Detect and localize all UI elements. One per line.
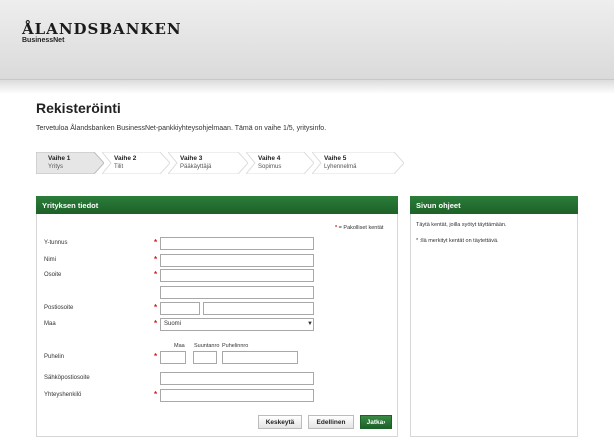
step-2-title: Vaihe 2 [114, 155, 137, 162]
osoite-input-1[interactable] [160, 269, 314, 282]
previous-button[interactable]: Edellinen [308, 415, 354, 429]
postitoimipaikka-input[interactable] [203, 302, 314, 315]
maa-label: Maa [44, 321, 56, 327]
phone-areacode-input[interactable] [193, 351, 217, 364]
page-title: Rekisteröinti [36, 100, 121, 116]
chevron-down-icon: ▼ [307, 321, 313, 327]
step-3[interactable]: Vaihe 3 Pääkäyttäjä [168, 152, 248, 174]
step-3-subtitle: Pääkäyttäjä [180, 164, 212, 170]
help-line-2: * :llä merkityt kentät on täytettävä. [416, 238, 499, 244]
phone-number-input[interactable] [222, 351, 298, 364]
next-button[interactable]: Jatka› [360, 415, 392, 429]
step-5[interactable]: Vaihe 5 Lyhennelmä [312, 152, 404, 174]
required-star: * [335, 225, 338, 231]
header-shadow [0, 80, 614, 94]
step-2-subtitle: Tilit [114, 164, 124, 170]
company-form-heading: Yrityksen tiedot [36, 196, 398, 214]
maa-select-value: Suomi [164, 321, 182, 327]
help-panel [410, 196, 578, 437]
phone-country-label: Maa [174, 343, 185, 349]
phone-country-input[interactable] [160, 351, 186, 364]
step-1-subtitle: Yritys [48, 164, 63, 170]
phone-areacode-label: Suuntanro [194, 343, 220, 349]
step-1[interactable]: Vaihe 1 Yritys [36, 152, 104, 174]
postiosoite-label: Postiosoite [44, 305, 74, 311]
ytunnus-label: Y-tunnus [44, 240, 68, 246]
ytunnus-required: * [154, 238, 158, 247]
step-5-subtitle: Lyhennelmä [324, 164, 357, 170]
postiosoite-required: * [154, 303, 158, 312]
nimi-required: * [154, 255, 158, 264]
help-heading: Sivun ohjeet [410, 196, 578, 214]
step-1-title: Vaihe 1 [48, 155, 71, 162]
yhteyshenkilo-required: * [154, 390, 158, 399]
phone-number-label: Puhelinnro [222, 343, 249, 349]
osoite-required: * [154, 270, 158, 279]
help-line-1: Täytä kentät, joilla syötyt täyttämään. [416, 222, 507, 228]
maa-select[interactable]: Suomi ▼ [160, 318, 314, 331]
yhteyshenkilo-label: Yhteyshenkilö [44, 392, 82, 398]
contact-person-input[interactable] [160, 389, 314, 402]
cancel-button[interactable]: Keskeytä [258, 415, 302, 429]
puhelin-required: * [154, 352, 158, 361]
step-5-title: Vaihe 5 [324, 155, 347, 162]
required-fields-note: * = Pakolliset kentät [335, 225, 383, 231]
intro-text: Tervetuloa Ålandsbanken BusinessNet-pank… [36, 125, 327, 132]
maa-required: * [154, 319, 158, 328]
email-input[interactable] [160, 372, 314, 385]
nimi-input[interactable] [160, 254, 314, 267]
step-3-title: Vaihe 3 [180, 155, 203, 162]
ytunnus-input[interactable] [160, 237, 314, 250]
puhelin-label: Puhelin [44, 354, 65, 360]
postinumero-input[interactable] [160, 302, 200, 315]
nimi-label: Nimi [44, 257, 56, 263]
osoite-label: Osoite [44, 272, 62, 278]
step-4[interactable]: Vaihe 4 Sopimus [246, 152, 314, 174]
sahkoposti-label: Sähköpostiosoite [44, 375, 90, 381]
bank-logo: ÅLANDSBANKEN [22, 20, 182, 38]
osoite-input-2[interactable] [160, 286, 314, 299]
site-header: ÅLANDSBANKEN BusinessNet [0, 0, 614, 80]
required-note-text: = Pakolliset kentät [338, 225, 384, 231]
step-4-title: Vaihe 4 [258, 155, 281, 162]
step-4-subtitle: Sopimus [258, 164, 282, 170]
product-name: BusinessNet [22, 37, 65, 44]
step-2[interactable]: Vaihe 2 Tilit [102, 152, 170, 174]
